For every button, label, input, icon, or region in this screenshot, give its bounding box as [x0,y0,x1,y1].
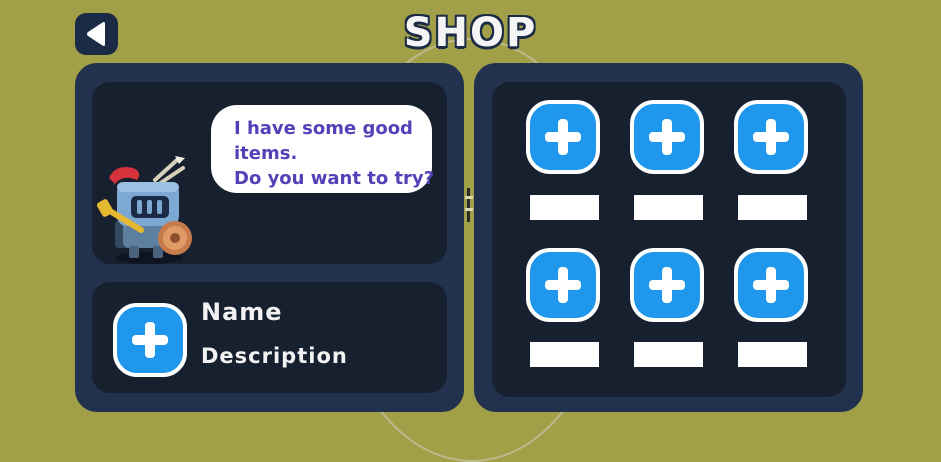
plus-icon [649,267,685,303]
item-name: Name [201,298,283,326]
shopkeeper-panel: I have some good items. Do you want to t… [75,63,464,412]
plus-icon [545,119,581,155]
shop-item-slot-2[interactable] [630,100,704,174]
plus-icon [753,267,789,303]
knight-character [97,156,192,264]
shop-items-panel [474,63,863,412]
shop-item-slot-4[interactable] [526,248,600,322]
item-description: Description [201,344,348,368]
background-signpost [465,188,473,222]
item-detail-area: Name Description [92,282,447,393]
shop-item-price-5 [634,342,703,367]
plus-icon [753,119,789,155]
selected-item-button[interactable] [113,303,187,377]
shop-item-price-2 [634,195,703,220]
plus-icon [132,322,168,358]
speech-bubble: I have some good items. Do you want to t… [211,105,435,193]
npc-area: I have some good items. Do you want to t… [92,82,447,264]
dialogue-line: items. [234,143,298,164]
shop-item-price-4 [530,342,599,367]
shop-item-price-3 [738,195,807,220]
dialogue-line: Do you want to try? [234,168,435,189]
page-title: SHOP [403,10,538,56]
dialogue-line: I have some good [234,118,413,139]
shop-item-grid [492,82,846,397]
plus-icon [649,119,685,155]
plus-icon [545,267,581,303]
shop-item-price-6 [738,342,807,367]
shop-item-slot-5[interactable] [630,248,704,322]
shop-item-slot-1[interactable] [526,100,600,174]
shop-item-price-1 [530,195,599,220]
shop-item-slot-6[interactable] [734,248,808,322]
shop-item-slot-3[interactable] [734,100,808,174]
